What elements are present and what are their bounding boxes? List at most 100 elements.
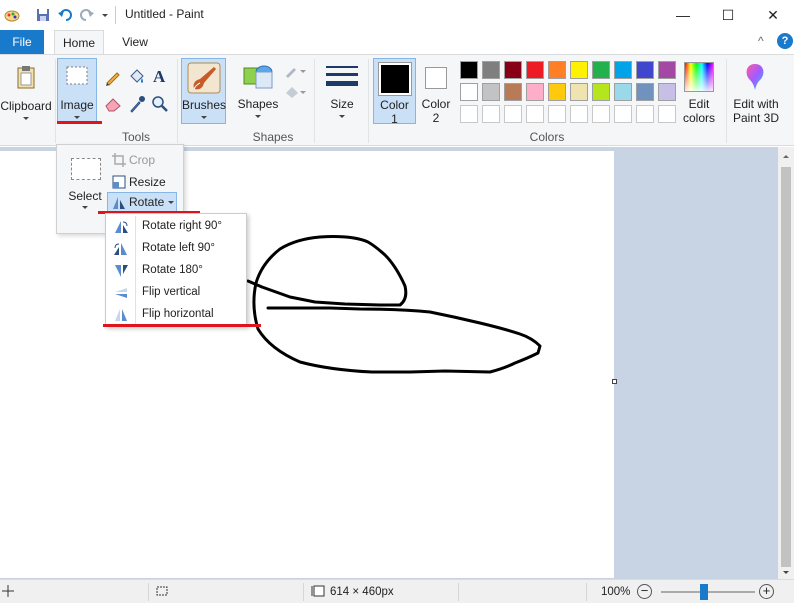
palette-swatch[interactable] [614, 83, 632, 101]
resize-label: Resize [129, 175, 166, 189]
separator [177, 59, 178, 143]
shapes-button[interactable]: Shapes [234, 58, 282, 124]
resize-handle-right[interactable] [612, 379, 617, 384]
menu-label: Flip horizontal [142, 308, 214, 320]
edit-with-paint3d-button[interactable]: Edit with Paint 3D [730, 58, 782, 125]
rotate-menu: Rotate right 90° Rotate left 90° Rotate … [105, 213, 247, 327]
palette-swatch-empty[interactable] [482, 105, 500, 123]
palette-swatch[interactable] [504, 83, 522, 101]
scroll-thumb[interactable] [781, 167, 791, 567]
menu-item-rotate-180[interactable]: Rotate 180° [106, 260, 246, 282]
color1-number: 1 [391, 112, 398, 126]
zoom-level: 100% [601, 586, 631, 598]
separator [726, 59, 727, 143]
crop-icon [112, 153, 126, 167]
color1-button[interactable]: Color 1 [373, 58, 416, 126]
collapse-ribbon-icon[interactable]: ^ [758, 34, 764, 48]
palette-swatch-empty[interactable] [548, 105, 566, 123]
palette-swatch-empty[interactable] [658, 105, 676, 123]
outline-icon[interactable] [284, 64, 308, 78]
palette-swatch[interactable] [526, 61, 544, 79]
clipboard-button[interactable]: Clipboard [0, 59, 52, 125]
palette-swatch[interactable] [460, 61, 478, 79]
menu-label: Rotate right 90° [142, 220, 223, 232]
palette-swatch[interactable] [614, 61, 632, 79]
color2-number: 2 [432, 111, 440, 125]
flip-vertical-icon [115, 288, 127, 298]
rotate-button[interactable]: Rotate [107, 192, 177, 212]
pencil-icon[interactable] [104, 68, 122, 86]
edit-colors-label-1: Edit [688, 97, 710, 111]
menu-item-flip-horizontal[interactable]: Flip horizontal [106, 304, 246, 326]
palette-swatch[interactable] [592, 61, 610, 79]
zoom-slider-track[interactable] [661, 591, 755, 593]
menu-item-rotate-right[interactable]: Rotate right 90° [106, 216, 246, 238]
edit-colors-icon [684, 62, 714, 92]
color2-swatch [425, 67, 447, 89]
resize-button[interactable]: Resize [109, 173, 181, 191]
vertical-scrollbar[interactable] [778, 147, 794, 579]
palette-swatch-empty[interactable] [592, 105, 610, 123]
svg-text:A: A [153, 67, 166, 85]
zoom-out-button[interactable]: − [637, 584, 652, 599]
palette-swatch[interactable] [658, 61, 676, 79]
size-line-mid [326, 73, 358, 76]
brushes-button[interactable]: Brushes [181, 58, 226, 124]
menu-item-flip-vertical[interactable]: Flip vertical [106, 282, 246, 304]
image-button[interactable]: Image [57, 58, 97, 124]
zoom-in-button[interactable]: + [759, 584, 774, 599]
annotation-underline [103, 324, 261, 327]
select-button[interactable]: Select [59, 148, 103, 212]
palette-swatch[interactable] [658, 83, 676, 101]
palette-swatch-empty[interactable] [460, 105, 478, 123]
tab-file[interactable]: File [0, 30, 44, 54]
palette-swatch[interactable] [570, 61, 588, 79]
palette-swatch[interactable] [460, 83, 478, 101]
magnifier-icon[interactable] [151, 95, 169, 113]
maximize-button[interactable]: ☐ [705, 0, 751, 30]
fill-bucket-icon[interactable] [127, 68, 145, 86]
palette-swatch-empty[interactable] [570, 105, 588, 123]
undo-icon[interactable] [58, 8, 72, 22]
customize-toolbar-icon[interactable] [102, 14, 108, 17]
zoom-slider-thumb[interactable] [700, 584, 708, 600]
palette-swatch[interactable] [636, 61, 654, 79]
palette-swatch[interactable] [482, 83, 500, 101]
eraser-icon[interactable] [104, 96, 122, 112]
minimize-button[interactable]: — [660, 0, 706, 30]
menu-item-rotate-left[interactable]: Rotate left 90° [106, 238, 246, 260]
scroll-up-icon[interactable] [783, 155, 789, 158]
fill-icon[interactable] [284, 85, 308, 99]
crop-button[interactable]: Crop [109, 151, 181, 169]
color-picker-icon[interactable] [128, 95, 146, 113]
palette-swatch[interactable] [548, 61, 566, 79]
text-icon[interactable]: A [151, 67, 169, 85]
palette-swatch[interactable] [570, 83, 588, 101]
separator [368, 59, 369, 143]
palette-swatch[interactable] [592, 83, 610, 101]
color2-button[interactable]: Color 2 [418, 58, 454, 125]
paint-app-icon [4, 10, 20, 22]
shapes-label: Shapes [237, 97, 279, 111]
tab-home[interactable]: Home [54, 30, 104, 54]
palette-swatch-empty[interactable] [636, 105, 654, 123]
save-icon[interactable] [36, 8, 50, 22]
palette-swatch[interactable] [526, 83, 544, 101]
rotate-icon [113, 197, 125, 209]
palette-swatch-empty[interactable] [504, 105, 522, 123]
help-icon[interactable]: ? [777, 33, 793, 49]
palette-swatch-empty[interactable] [614, 105, 632, 123]
close-button[interactable]: ✕ [750, 0, 794, 30]
palette-swatch[interactable] [548, 83, 566, 101]
palette-swatch-empty[interactable] [526, 105, 544, 123]
tab-view[interactable]: View [112, 30, 158, 54]
clipboard-caret [23, 117, 29, 120]
redo-icon[interactable] [80, 8, 94, 22]
palette-swatch[interactable] [636, 83, 654, 101]
menu-label: Rotate left 90° [142, 242, 216, 254]
palette-swatch[interactable] [504, 61, 522, 79]
edit-colors-button[interactable]: Edit colors [678, 58, 722, 125]
size-button[interactable]: Size [320, 58, 364, 124]
scroll-down-icon[interactable] [783, 571, 789, 574]
palette-swatch[interactable] [482, 61, 500, 79]
